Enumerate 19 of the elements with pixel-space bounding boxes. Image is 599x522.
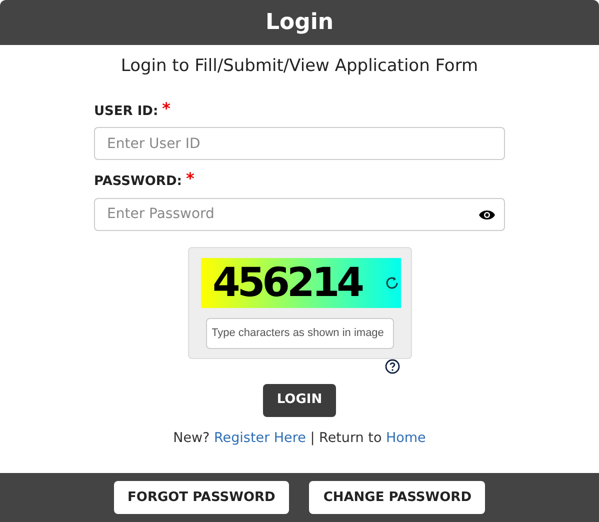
window-title: Login <box>265 9 334 37</box>
captcha-field[interactable]: Type characters as shown in image <box>206 318 394 348</box>
help-icon[interactable] <box>384 358 400 374</box>
home-link[interactable]: Home <box>386 430 426 446</box>
user-id-field[interactable]: Enter User ID <box>94 127 505 160</box>
login-button[interactable]: LOGIN <box>262 384 336 416</box>
required-mark: * <box>162 102 171 116</box>
password-field[interactable]: Enter Password <box>94 198 505 230</box>
register-link[interactable]: Register Here <box>214 430 306 446</box>
subtitle: Login to Fill/Submit/View Application Form <box>120 55 480 78</box>
captcha-code: 456214 <box>212 262 362 302</box>
eye-icon[interactable] <box>479 208 495 220</box>
action-button[interactable]: FORGOT PASSWORD <box>114 481 290 514</box>
field-label: PASSWORD: <box>94 173 182 191</box>
required-mark: * <box>186 172 194 186</box>
refresh-icon[interactable] <box>384 276 398 290</box>
register-prompt: New? Register Here | Return to Home <box>172 428 427 448</box>
action-button[interactable]: CHANGE PASSWORD <box>309 481 486 514</box>
field-label: USER ID: <box>94 102 158 120</box>
